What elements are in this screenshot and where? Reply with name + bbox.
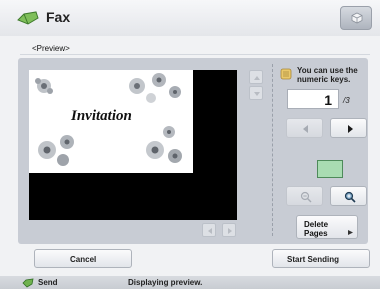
scroll-left-icon [208, 228, 212, 234]
arrow-corner-icon [348, 230, 353, 235]
next-page-button[interactable] [330, 118, 367, 138]
app-title: Fax [46, 9, 71, 25]
numeric-keys-hint: You can use the numeric keys. [297, 66, 358, 84]
page-preview[interactable]: Invitation [29, 70, 237, 220]
scroll-down-button[interactable] [249, 86, 263, 100]
page-number-field[interactable]: 1 [287, 89, 339, 109]
status-bar: Send Displaying preview. [0, 276, 380, 289]
breadcrumb-divider [20, 54, 370, 55]
document-title: Invitation [71, 108, 132, 124]
scroll-up-icon [254, 76, 260, 80]
status-mode: Send [38, 278, 58, 287]
color-mode-indicator [317, 160, 343, 178]
total-pages: /3 [343, 96, 350, 105]
fax-icon [17, 11, 39, 25]
header-bar: Fax [0, 0, 380, 36]
prev-page-icon [303, 125, 308, 133]
panel-divider [272, 64, 273, 236]
scroll-right-icon [228, 228, 232, 234]
next-page-icon [348, 125, 353, 133]
status-message: Displaying preview. [128, 278, 203, 287]
breadcrumb: <Preview> [32, 44, 70, 53]
cancel-label: Cancel [70, 255, 97, 264]
zoom-out-button[interactable] [286, 186, 323, 206]
flower-decoration [38, 135, 74, 166]
settings-cube-icon [351, 12, 363, 24]
preview-page: Invitation [29, 70, 193, 173]
zoom-out-icon [300, 191, 312, 203]
flower-decoration [146, 126, 182, 163]
delete-pages-label: Delete Pages [304, 220, 329, 238]
flower-decoration [129, 73, 181, 103]
current-page-value: 1 [324, 92, 332, 108]
zoom-in-button[interactable] [330, 186, 367, 206]
flower-decoration [35, 78, 53, 94]
scroll-up-button[interactable] [249, 70, 263, 84]
start-sending-label: Start Sending [287, 255, 340, 264]
scroll-left-button[interactable] [202, 223, 216, 237]
settings-button[interactable] [340, 6, 372, 30]
prev-page-button[interactable] [286, 118, 323, 138]
scroll-down-icon [254, 92, 260, 96]
zoom-in-icon [344, 191, 356, 203]
keypad-icon [280, 68, 292, 80]
scroll-right-button[interactable] [222, 223, 236, 237]
fax-preview-screen: Fax <Preview> Invitation You can use the… [0, 0, 380, 289]
send-icon [22, 278, 34, 288]
